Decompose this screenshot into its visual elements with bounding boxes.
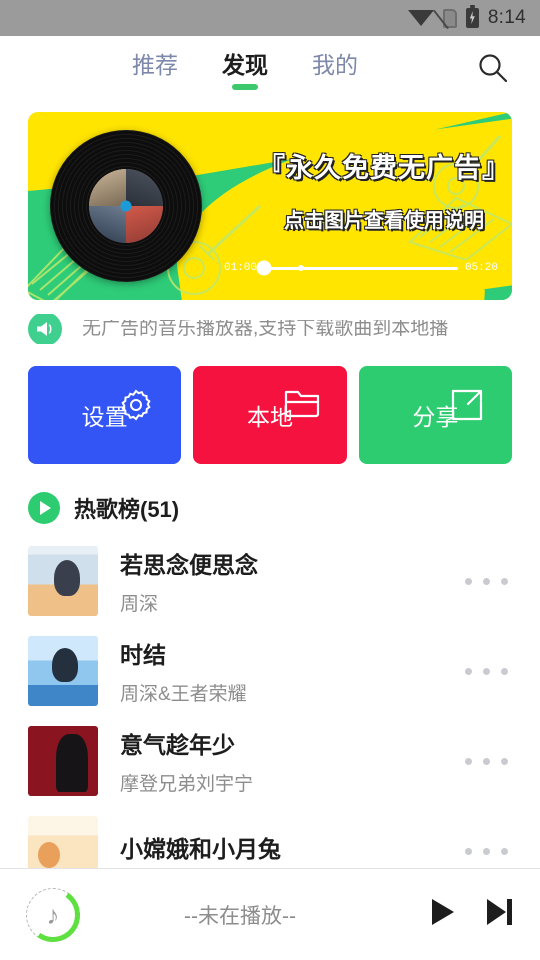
- song-title: 意气趁年少: [120, 732, 235, 758]
- announcement-bar[interactable]: 无广告的音乐播放器,支持下载歌曲到本地播: [28, 314, 512, 344]
- tab-recommend[interactable]: 推荐: [132, 46, 178, 90]
- status-bar: 8:14: [0, 0, 540, 36]
- sim-card-off-icon: [432, 8, 457, 29]
- song-list-item[interactable]: 意气趁年少 摩登兄弟刘宇宁: [0, 716, 540, 806]
- banner-title: 『永久免费无广告』: [258, 153, 510, 183]
- top-navigation-bar: 推荐 发现 我的: [0, 36, 540, 100]
- song-meta: 意气趁年少 摩登兄弟刘宇宁: [120, 726, 461, 796]
- mini-player-artwork[interactable]: ♪: [21, 883, 85, 946]
- more-icon[interactable]: [461, 658, 512, 685]
- status-bar-time: 8:14: [487, 7, 526, 28]
- song-meta: 时结 周深&王者荣耀: [120, 636, 461, 706]
- album-cover: [28, 546, 98, 616]
- song-artist: 周深: [120, 594, 159, 615]
- banner-subtitle: 点击图片查看使用说明: [284, 210, 484, 232]
- gear-icon: [117, 386, 155, 424]
- song-title: 若思念便思念: [120, 552, 258, 578]
- search-icon[interactable]: [476, 51, 510, 85]
- tab-mine-label: 我的: [312, 52, 358, 78]
- more-icon[interactable]: [461, 838, 512, 865]
- hot-songs-title: 热歌榜(51): [74, 497, 180, 522]
- wifi-icon: [407, 10, 434, 26]
- vinyl-center-hole: [120, 200, 132, 212]
- hot-songs-section-header[interactable]: 热歌榜(51): [28, 492, 512, 524]
- folder-icon: [283, 386, 321, 424]
- tab-discover-label: 发现: [222, 52, 268, 78]
- banner-progress-dot: [297, 265, 304, 271]
- banner-current-time: 01:00: [224, 262, 258, 274]
- song-meta: 若思念便思念 周深: [120, 546, 461, 616]
- album-cover: [28, 636, 98, 706]
- banner-progress-bar[interactable]: 01:00 05:20: [224, 258, 498, 278]
- announcement-text: 无广告的音乐播放器,支持下载歌曲到本地播: [82, 320, 449, 338]
- tab-recommend-label: 推荐: [132, 52, 178, 78]
- local-button[interactable]: 本地: [193, 366, 347, 464]
- banner-progress-track[interactable]: [256, 260, 458, 276]
- tab-discover[interactable]: 发现: [222, 46, 268, 90]
- song-list-item[interactable]: 若思念便思念 周深: [0, 536, 540, 626]
- settings-button[interactable]: 设置: [28, 366, 182, 464]
- album-cover: [28, 726, 98, 796]
- tab-mine[interactable]: 我的: [312, 46, 358, 90]
- share-icon: [448, 386, 486, 424]
- song-meta: 小嫦娥和小月兔: [120, 830, 461, 873]
- promo-banner[interactable]: 『永久免费无广告』 点击图片查看使用说明 01:00 05:20: [28, 112, 512, 300]
- mini-player-title: --未在播放--: [184, 904, 296, 928]
- song-artist: 周深&王者荣耀: [120, 684, 247, 705]
- play-circle-icon[interactable]: [28, 492, 60, 524]
- battery-charging-icon: [465, 5, 479, 28]
- megaphone-icon: [28, 314, 62, 344]
- tab-active-indicator: [232, 84, 258, 90]
- play-icon[interactable]: [426, 896, 458, 933]
- song-title: 小嫦娥和小月兔: [120, 835, 281, 862]
- quick-action-row: 设置 本地 分享: [28, 366, 512, 464]
- banner-total-time: 05:20: [464, 262, 498, 274]
- song-title: 时结: [120, 642, 166, 668]
- mini-player-bar: ♪ --未在播放--: [0, 868, 540, 960]
- share-button[interactable]: 分享: [358, 366, 512, 464]
- song-list: 若思念便思念 周深 时结 周深&王者荣耀 意气趁年少 摩登兄弟刘宇宁 小嫦娥和小…: [0, 536, 540, 896]
- more-icon[interactable]: [461, 748, 512, 775]
- song-artist: 摩登兄弟刘宇宁: [120, 774, 254, 795]
- vinyl-record-image: [50, 130, 202, 282]
- song-list-item[interactable]: 时结 周深&王者荣耀: [0, 626, 540, 716]
- more-icon[interactable]: [461, 568, 512, 595]
- tab-list: 推荐 发现 我的: [132, 46, 358, 90]
- music-note-icon: ♪: [46, 899, 60, 930]
- banner-progress-knob[interactable]: [256, 260, 272, 276]
- next-track-icon[interactable]: [484, 896, 514, 933]
